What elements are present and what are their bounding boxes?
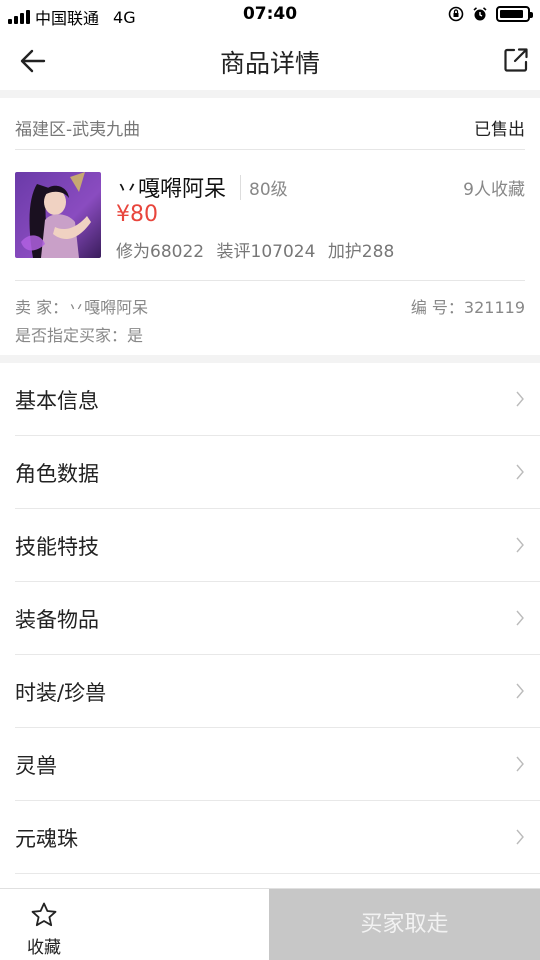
menu-item-label: 灵兽 <box>15 754 57 778</box>
battery-level <box>500 10 524 18</box>
server-region: 福建区-武夷九曲 <box>15 120 141 140</box>
buyer-collected-button[interactable]: 买家取走 <box>269 889 540 960</box>
favorite-label: 收藏 <box>27 938 61 958</box>
product-card: 丷嘎嘚阿呆 80级 9人收藏 ¥80 修为68022 装评107024 加护28… <box>15 151 525 281</box>
favorite-button[interactable]: 收藏 <box>0 889 269 960</box>
menu-item-equipment[interactable]: 装备物品 <box>15 582 540 655</box>
menu-item-label: 角色数据 <box>15 462 99 486</box>
stat-cultivation: 修为68022 <box>116 242 205 262</box>
status-badge: 已售出 <box>474 120 525 140</box>
chevron-right-icon <box>516 756 524 772</box>
battery-icon <box>496 6 533 22</box>
menu-item-label: 技能特技 <box>15 535 99 559</box>
favorite-count: 9人收藏 <box>463 180 525 200</box>
menu-item-character-data[interactable]: 角色数据 <box>15 436 540 509</box>
rotation-lock-icon <box>448 6 464 22</box>
chevron-right-icon <box>516 683 524 699</box>
status-bar: 中国联通 4G 07:40 <box>0 0 540 32</box>
page-title: 商品详情 <box>219 49 320 78</box>
chevron-right-icon <box>516 610 524 626</box>
menu-item-label: 装备物品 <box>15 608 99 632</box>
section-divider <box>0 355 540 363</box>
bottom-action-bar: 收藏 买家取走 <box>0 888 540 960</box>
menu-item-label: 元魂珠 <box>15 827 78 851</box>
price: ¥80 <box>116 202 158 227</box>
seller-name: 卖 家：丷嘎嘚阿呆 <box>15 298 149 317</box>
section-divider <box>0 90 540 98</box>
nav-bar: 商品详情 <box>0 32 540 90</box>
stat-equipment-score: 装评107024 <box>216 242 316 262</box>
share-external-icon[interactable] <box>502 46 530 74</box>
chevron-right-icon <box>516 829 524 845</box>
chevron-right-icon <box>516 391 524 407</box>
designated-buyer: 是否指定买家：是 <box>15 326 144 345</box>
menu-item-label: 基本信息 <box>15 389 99 413</box>
star-outline-icon <box>31 902 57 927</box>
menu-item-soul-pearl[interactable]: 元魂珠 <box>15 801 540 874</box>
character-stats: 修为68022 装评107024 加护288 <box>116 237 401 262</box>
chevron-right-icon <box>516 537 524 553</box>
menu-item-spirit-beast[interactable]: 灵兽 <box>15 728 540 801</box>
character-name: 丷嘎嘚阿呆 <box>116 177 227 202</box>
menu-item-basic-info[interactable]: 基本信息 <box>15 363 540 436</box>
seller-info: 卖 家：丷嘎嘚阿呆 编 号：321119 是否指定买家：是 <box>15 294 525 348</box>
detail-menu: 基本信息 角色数据 技能特技 装备物品 时装/珍兽 灵兽 元魂珠 <box>0 363 540 874</box>
menu-item-label: 时装/珍兽 <box>15 681 107 705</box>
menu-item-skills[interactable]: 技能特技 <box>15 509 540 582</box>
alarm-icon <box>473 7 487 21</box>
item-number: 编 号：321119 <box>410 298 525 317</box>
stat-protection: 加护288 <box>327 242 395 262</box>
menu-item-fashion-pets[interactable]: 时装/珍兽 <box>15 655 540 728</box>
character-avatar[interactable] <box>15 172 101 258</box>
region-row: 福建区-武夷九曲 已售出 <box>15 98 525 150</box>
chevron-right-icon <box>516 464 524 480</box>
character-level: 80级 <box>240 175 288 200</box>
status-right <box>448 6 533 22</box>
